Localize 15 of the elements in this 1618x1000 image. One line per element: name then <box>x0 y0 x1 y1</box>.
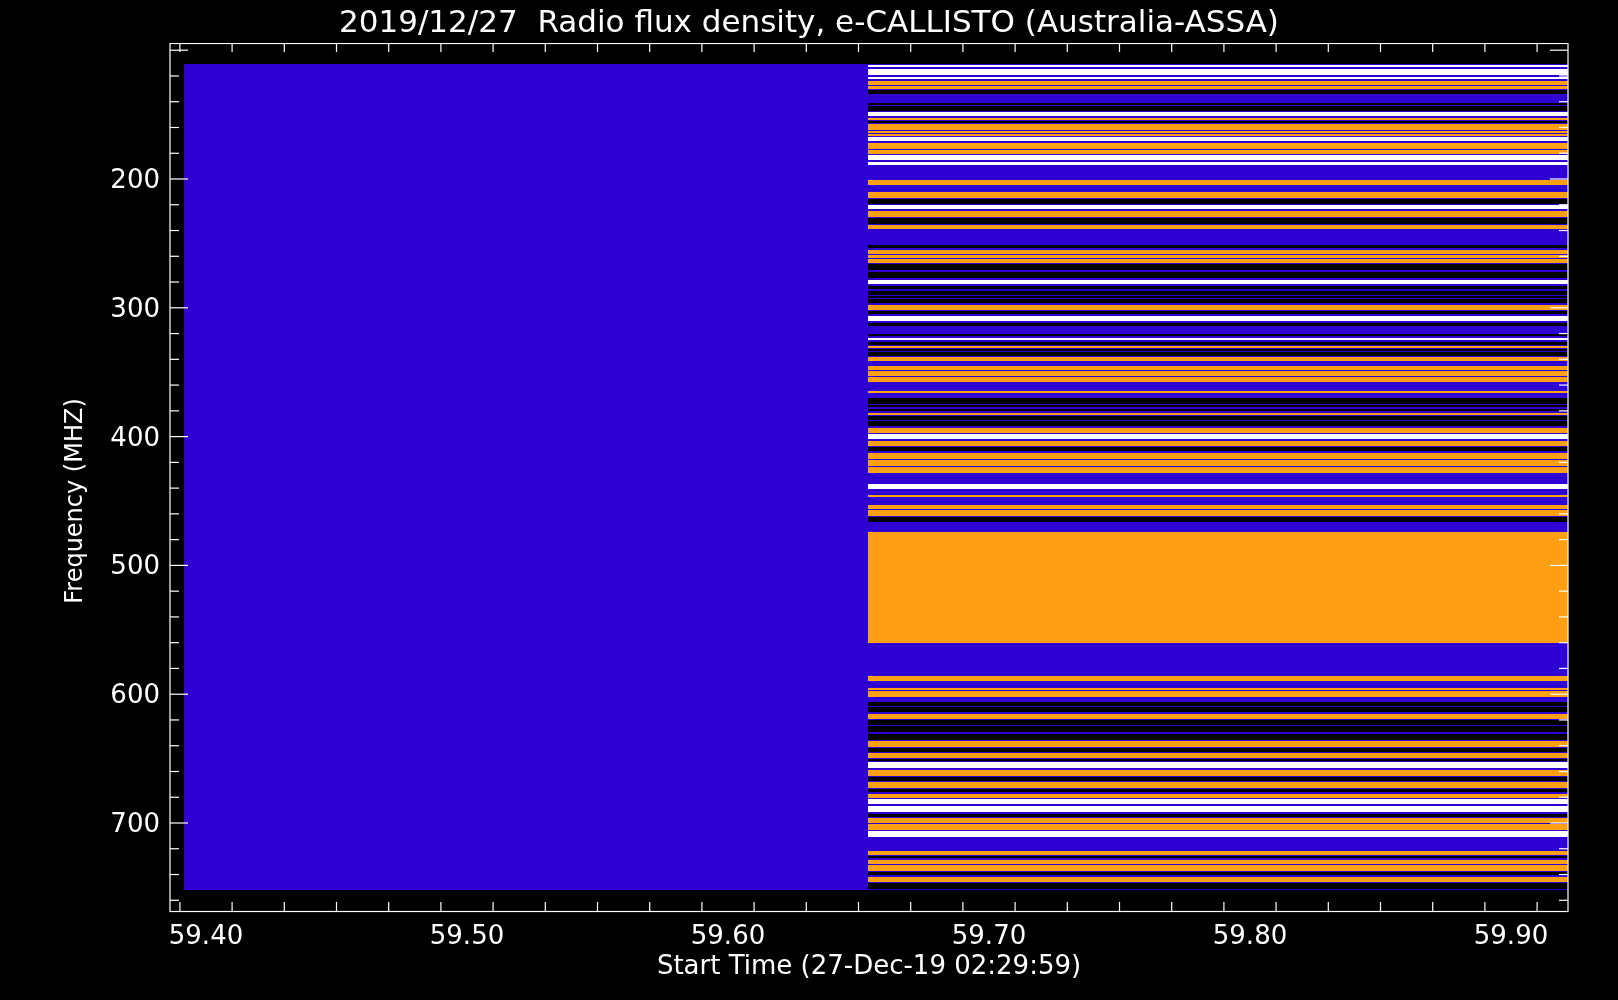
tick-label: 59.40 <box>168 920 244 950</box>
axis-label: Start Time (27-Dec-19 02:29:59) <box>656 950 1082 980</box>
tick-label: 59.60 <box>690 920 766 950</box>
tick-label: 59.50 <box>429 920 505 950</box>
tick-label: 300 <box>110 292 160 323</box>
axis-label: Frequency (MHZ) <box>60 398 88 604</box>
tick-label: 500 <box>110 550 160 581</box>
tick-label: 59.80 <box>1212 920 1288 950</box>
tick-label: 59.70 <box>951 920 1027 950</box>
plot-title: 2019/12/27 Radio flux density, e-CALLISTO (Australia-ASSA) <box>339 6 1279 37</box>
tick-label: 700 <box>110 808 160 838</box>
tick-label: 400 <box>110 421 160 452</box>
tick-label: 600 <box>110 679 160 710</box>
tick-label: 59.90 <box>1473 920 1549 950</box>
tick-label: 200 <box>110 164 160 194</box>
